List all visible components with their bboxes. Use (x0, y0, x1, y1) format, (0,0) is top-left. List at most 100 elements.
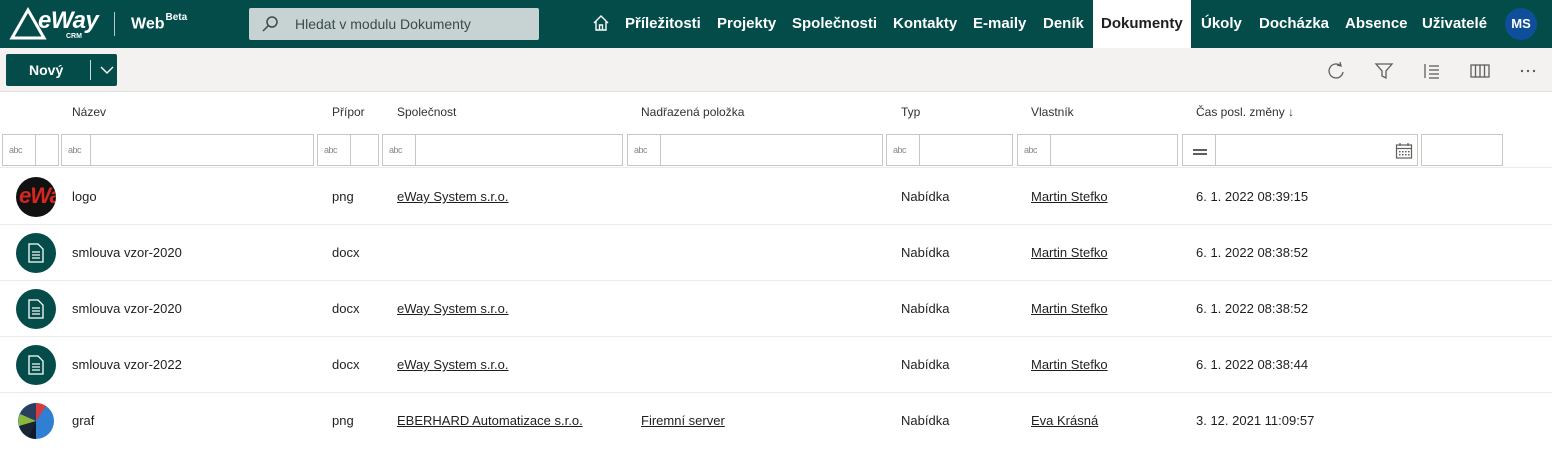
nav-item-denik[interactable]: Deník (1043, 0, 1084, 48)
thumbnail-logo-text: eWay (19, 183, 56, 208)
header-divider (114, 12, 115, 36)
text-filter-icon: abc (389, 145, 403, 155)
chevron-down-icon[interactable] (100, 64, 114, 76)
filter-date-to[interactable] (1421, 134, 1503, 166)
filter-input[interactable] (90, 135, 313, 165)
column-header-nadrazena-polozka[interactable]: Nadřazená položka (641, 105, 744, 119)
beta-badge: Beta (165, 12, 188, 23)
cell-typ: Nabídka (901, 245, 950, 260)
table-row[interactable]: smlouva vzor-2022 docx eWay System s.r.o… (0, 337, 1552, 393)
list-icon[interactable] (1422, 61, 1442, 81)
cell-pripona: docx (332, 357, 360, 372)
command-bar: Nový (0, 48, 1552, 92)
cell-cas-posl-zmeny: 6. 1. 2022 08:38:52 (1196, 301, 1309, 316)
document-icon (16, 345, 56, 385)
new-button-separator (90, 60, 91, 80)
search-icon (262, 16, 278, 32)
filter-input[interactable] (919, 135, 1012, 165)
filter-cas-posl-zmeny[interactable] (1182, 134, 1418, 166)
user-avatar[interactable]: MS (1505, 8, 1537, 40)
nav-item-projekty[interactable]: Projekty (717, 0, 776, 48)
filter-nadrazena-polozka[interactable]: abc (627, 134, 883, 166)
more-icon[interactable] (1518, 61, 1538, 81)
text-filter-icon: abc (9, 145, 23, 155)
cell-typ: Nabídka (901, 301, 950, 316)
logo-subtext: CRM (66, 33, 82, 40)
column-header-pripona[interactable]: Přípor (332, 105, 365, 119)
filter-thumbnail[interactable]: abc (2, 134, 59, 166)
app-logo[interactable]: eWay CRM (8, 4, 99, 44)
cell-vlastnik-link[interactable]: Eva Krásná (1031, 413, 1098, 428)
table-row[interactable]: graf png EBERHARD Automatizace s.r.o. Fi… (0, 393, 1552, 449)
pie-chart-thumbnail-icon (18, 402, 54, 439)
document-icon (16, 233, 56, 273)
app-title: WebBeta (131, 12, 188, 33)
equals-icon[interactable] (1193, 149, 1207, 155)
cell-spolecnost-link[interactable]: eWay System s.r.o. (397, 357, 509, 372)
file-thumbnail-logo: eWay (16, 177, 56, 217)
cell-vlastnik-link[interactable]: Martin Stefko (1031, 189, 1108, 204)
filter-vlastnik[interactable]: abc (1017, 134, 1178, 166)
cell-nazev[interactable]: logo (72, 189, 97, 204)
calendar-icon[interactable] (1395, 142, 1413, 160)
filter-date-input[interactable] (1215, 135, 1417, 165)
filter-nazev[interactable]: abc (61, 134, 314, 166)
nav-item-absence[interactable]: Absence (1345, 0, 1408, 48)
cell-cas-posl-zmeny: 6. 1. 2022 08:39:15 (1196, 189, 1309, 204)
filter-input[interactable] (660, 135, 882, 165)
cell-nazev[interactable]: smlouva vzor-2020 (72, 245, 182, 260)
nav-item-spolecnosti[interactable]: Společnosti (792, 0, 877, 48)
column-header-cas-posl-zmeny[interactable]: Čas posl. změny ↓ (1196, 105, 1294, 119)
cell-typ: Nabídka (901, 189, 950, 204)
nav-item-kontakty[interactable]: Kontakty (893, 0, 957, 48)
new-button-label: Nový (29, 62, 64, 78)
text-filter-icon: abc (893, 145, 907, 155)
nav-item-dokumenty[interactable]: Dokumenty (1093, 0, 1191, 48)
text-filter-icon: abc (634, 145, 648, 155)
cell-vlastnik-link[interactable]: Martin Stefko (1031, 301, 1108, 316)
nav-item-prilezitosti[interactable]: Příležitosti (625, 0, 701, 48)
search-placeholder: Hledat v modulu Dokumenty (295, 16, 471, 32)
module-search[interactable]: Hledat v modulu Dokumenty (249, 8, 539, 40)
filter-input[interactable] (1050, 135, 1177, 165)
cell-vlastnik-link[interactable]: Martin Stefko (1031, 357, 1108, 372)
cell-pripona: png (332, 189, 354, 204)
cell-nazev[interactable]: graf (72, 413, 94, 428)
columns-icon[interactable] (1470, 61, 1490, 81)
logo-text: eWay (38, 7, 99, 34)
cell-cas-posl-zmeny: 6. 1. 2022 08:38:52 (1196, 245, 1309, 260)
cell-nadrazena-polozka-link[interactable]: Firemní server (641, 413, 725, 428)
table-row[interactable]: eWay logo png eWay System s.r.o. Nabídka… (0, 169, 1552, 225)
nav-item-dochazka[interactable]: Docházka (1259, 0, 1329, 48)
nav-item-ukoly[interactable]: Úkoly (1201, 0, 1242, 48)
cell-nazev[interactable]: smlouva vzor-2022 (72, 357, 182, 372)
nav-item-uzivatele[interactable]: Uživatelé (1422, 0, 1487, 48)
filter-input[interactable] (415, 135, 622, 165)
cell-nazev[interactable]: smlouva vzor-2020 (72, 301, 182, 316)
cell-spolecnost-link[interactable]: eWay System s.r.o. (397, 301, 509, 316)
table-row[interactable]: smlouva vzor-2020 docx Nabídka Martin St… (0, 225, 1552, 281)
cell-typ: Nabídka (901, 357, 950, 372)
cell-pripona: docx (332, 301, 360, 316)
cell-cas-posl-zmeny: 6. 1. 2022 08:38:44 (1196, 357, 1309, 372)
nav-item-e-maily[interactable]: E-maily (973, 0, 1026, 48)
table-row[interactable]: smlouva vzor-2020 docx eWay System s.r.o… (0, 281, 1552, 337)
cell-vlastnik-link[interactable]: Martin Stefko (1031, 245, 1108, 260)
column-header-vlastnik[interactable]: Vlastník (1031, 105, 1074, 119)
refresh-icon[interactable] (1326, 61, 1346, 81)
filter-input[interactable] (35, 135, 36, 165)
column-header-typ[interactable]: Typ (901, 105, 920, 119)
filter-typ[interactable]: abc (886, 134, 1013, 166)
cell-spolecnost-link[interactable]: eWay System s.r.o. (397, 189, 509, 204)
column-header-nazev[interactable]: Název (72, 105, 106, 119)
new-button[interactable]: Nový (6, 54, 117, 86)
filter-input[interactable] (350, 135, 378, 165)
cell-spolecnost-link[interactable]: EBERHARD Automatizace s.r.o. (397, 413, 583, 428)
filter-icon[interactable] (1374, 61, 1394, 81)
filter-pripona[interactable]: abc (317, 134, 379, 166)
text-filter-icon: abc (1024, 145, 1038, 155)
home-icon[interactable] (592, 14, 610, 32)
filter-spolecnost[interactable]: abc (382, 134, 623, 166)
document-icon (16, 289, 56, 329)
column-header-spolecnost[interactable]: Společnost (397, 105, 456, 119)
